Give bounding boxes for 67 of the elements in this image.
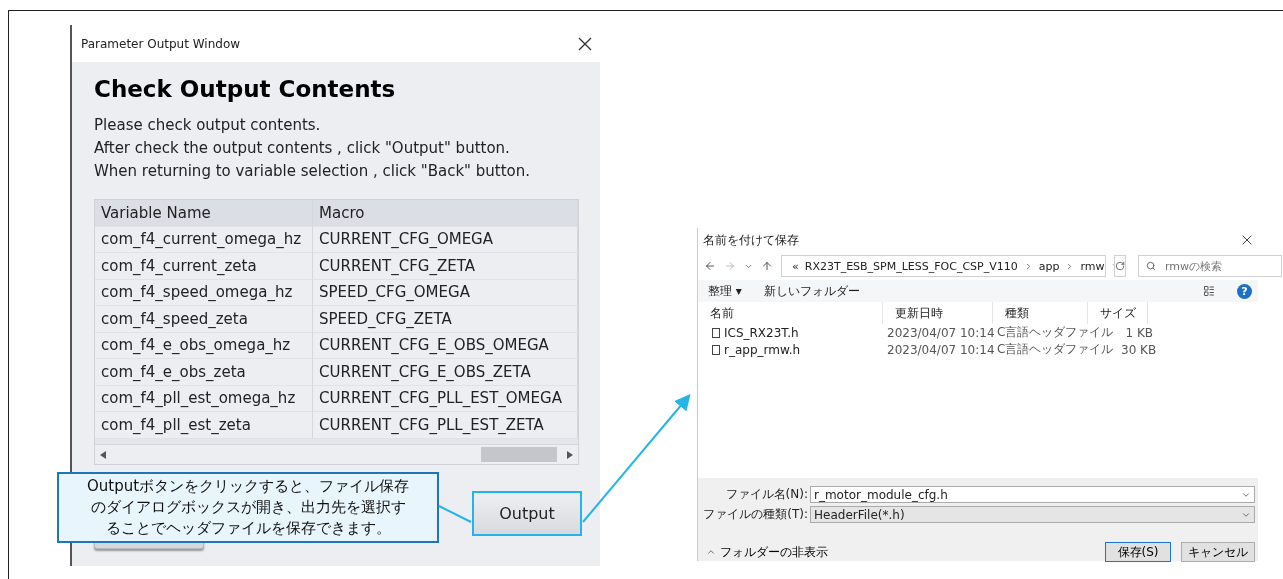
- help-button[interactable]: ?: [1237, 283, 1252, 299]
- dialog-title: 名前を付けて保存: [703, 231, 799, 249]
- back-arrow-icon[interactable]: [704, 260, 716, 272]
- file-size: 1 KB: [1124, 325, 1153, 340]
- scroll-right-icon[interactable]: [567, 450, 573, 459]
- column-header[interactable]: 名前: [698, 302, 883, 324]
- scroll-left-icon[interactable]: [100, 450, 106, 459]
- table-cell: com_f4_e_obs_omega_hz: [95, 332, 313, 359]
- scrollbar-thumb[interactable]: [481, 446, 557, 462]
- file-name[interactable]: r_app_rmw.h: [698, 342, 883, 357]
- organize-menu[interactable]: 整理 ▾: [708, 282, 742, 300]
- output-button[interactable]: Output: [472, 490, 582, 536]
- search-icon: [1146, 261, 1156, 271]
- table-cell: SPEED_CFG_OMEGA: [313, 279, 578, 306]
- heading: Check Output Contents: [94, 76, 397, 102]
- instruction-text: Please check output contents.: [94, 115, 322, 136]
- column-header: Macro: [313, 200, 578, 227]
- close-icon[interactable]: [578, 36, 592, 51]
- path-prefix[interactable]: «: [792, 259, 799, 273]
- file-name[interactable]: ICS_RX23T.h: [698, 325, 883, 340]
- callout-tooltip: Outputボタンをクリックすると、ファイル保存 のダイアログボックスが開き、出力先を選択す ることでヘッダファイルを保存できます。: [57, 472, 439, 543]
- table-cell: CURRENT_CFG_E_OBS_ZETA: [313, 359, 578, 386]
- path-crumb[interactable]: app: [1038, 259, 1060, 273]
- table-cell: com_f4_pll_est_omega_hz: [95, 385, 313, 412]
- table-cell: com_f4_e_obs_zeta: [95, 359, 313, 386]
- file-date: 2023/04/07 10:14: [886, 325, 993, 340]
- close-icon[interactable]: [1242, 235, 1252, 245]
- instruction-text: When returning to variable selection , click "Back" button.: [94, 161, 531, 182]
- window-title: Parameter Output Window: [81, 36, 241, 51]
- path-crumb[interactable]: rmw: [1080, 259, 1105, 273]
- table-cell: CURRENT_CFG_PLL_EST_ZETA: [313, 412, 578, 439]
- table-cell: com_f4_speed_omega_hz: [95, 279, 313, 306]
- column-header[interactable]: サイズ: [1088, 302, 1148, 324]
- column-header[interactable]: 更新日時: [883, 302, 993, 324]
- table-cell: com_f4_pll_est_zeta: [95, 412, 313, 439]
- instruction-text: After check the output contents , click "Output" button.: [94, 138, 511, 159]
- search-field[interactable]: rmwの検索: [1138, 255, 1282, 277]
- up-arrow-icon[interactable]: [761, 260, 773, 272]
- field-label: ファイル名(N):: [724, 486, 809, 503]
- new-folder-button[interactable]: 新しいフォルダー: [763, 282, 860, 300]
- hide-folders-toggle[interactable]: フォルダーの非表示: [706, 543, 828, 561]
- horizontal-scrollbar[interactable]: [95, 443, 578, 464]
- table-cell: CURRENT_CFG_E_OBS_OMEGA: [313, 332, 578, 359]
- table-cell: CURRENT_CFG_OMEGA: [313, 226, 578, 253]
- chevron-up-icon: [706, 547, 716, 557]
- cancel-button[interactable]: キャンセル: [1181, 542, 1255, 562]
- file-name-field[interactable]: r_motor_module_cfg.h: [810, 486, 1255, 503]
- table-cell: CURRENT_CFG_PLL_EST_OMEGA: [313, 385, 578, 412]
- refresh-button[interactable]: [1114, 255, 1126, 277]
- field-label: ファイルの種類(T):: [702, 506, 809, 523]
- save-button[interactable]: 保存(S): [1105, 542, 1171, 562]
- table-cell: SPEED_CFG_ZETA: [313, 306, 578, 333]
- column-header: Variable Name: [95, 200, 313, 227]
- column-header[interactable]: 種類: [993, 302, 1088, 324]
- file-date: 2023/04/07 10:14: [886, 342, 993, 357]
- view-options-icon[interactable]: [1203, 285, 1215, 297]
- table-cell: com_f4_speed_zeta: [95, 306, 313, 333]
- file-type-select[interactable]: HeaderFile(*.h): [810, 506, 1255, 523]
- file-icon: [712, 327, 720, 338]
- file-icon: [712, 344, 720, 355]
- leader-line: [438, 505, 472, 523]
- path-crumb[interactable]: RX23T_ESB_SPM_LESS_FOC_CSP_V110: [804, 259, 1018, 273]
- file-type: C言語ヘッダファイル: [996, 341, 1115, 358]
- table-cell: CURRENT_CFG_ZETA: [313, 253, 578, 280]
- table-cell: com_f4_current_omega_hz: [95, 226, 313, 253]
- table-cell: com_f4_current_zeta: [95, 253, 313, 280]
- file-type: C言語ヘッダファイル: [996, 324, 1115, 341]
